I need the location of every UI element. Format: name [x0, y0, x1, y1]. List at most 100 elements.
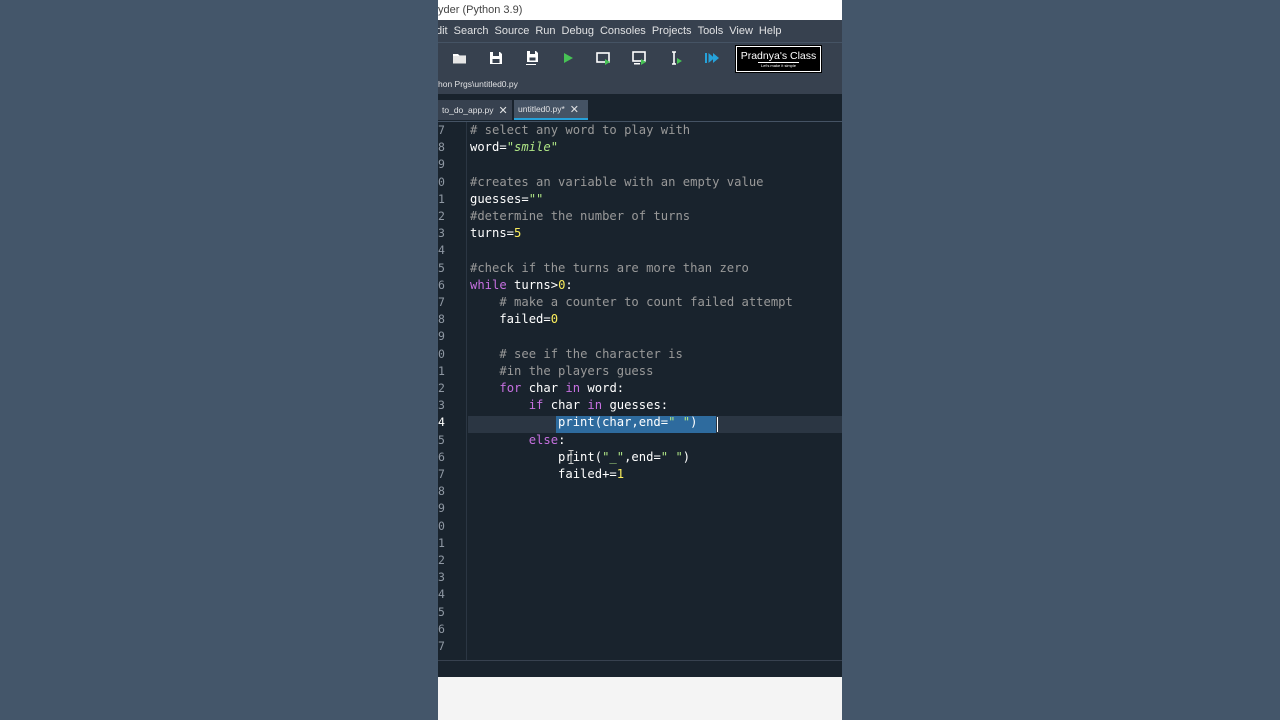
tab-untitled0[interactable]: untitled0.py* ✕	[514, 100, 588, 120]
line-number: 2	[438, 381, 445, 395]
code-token: while	[470, 277, 507, 292]
code-line[interactable]: while turns>0:	[470, 277, 573, 294]
code-token: # make a counter to count failed attempt	[499, 295, 793, 309]
save-all-icon[interactable]	[524, 50, 540, 66]
line-number: 8	[438, 312, 445, 327]
code-token: in	[587, 398, 603, 413]
line-number: 3	[438, 398, 445, 413]
code-token: for	[499, 381, 522, 395]
code-line[interactable]: failed=0	[470, 311, 558, 328]
code-token: #creates an variable with an empty value	[470, 174, 764, 189]
line-number: 9	[438, 501, 445, 516]
line-number: 0	[438, 174, 445, 189]
code-line[interactable]: # see if the character is	[470, 346, 682, 363]
code-token: guesses:	[602, 398, 669, 413]
line-number: 0	[438, 518, 445, 533]
code-token: turns=	[470, 226, 515, 241]
close-icon[interactable]: ✕	[570, 103, 579, 116]
line-number: 8	[438, 140, 445, 155]
code-token: " "	[668, 415, 691, 430]
line-number: 4	[438, 587, 445, 602]
tab-to-do-app[interactable]: to_do_app.py ✕	[438, 100, 512, 120]
run-selection-icon[interactable]	[668, 50, 684, 66]
line-number: 7	[438, 295, 445, 309]
menu-projects[interactable]: Projects	[652, 25, 692, 37]
bottom-panel	[438, 677, 842, 720]
code-token: 1	[616, 467, 625, 481]
code-line[interactable]: word="smile"	[470, 139, 558, 156]
line-number: 8	[438, 484, 445, 499]
code-token: failed+=	[470, 467, 617, 481]
code-line[interactable]: turns=5	[470, 225, 521, 242]
run-cell-icon[interactable]	[596, 50, 612, 66]
open-folder-icon[interactable]	[452, 50, 468, 66]
code-token: char	[521, 381, 566, 395]
menu-tools[interactable]: Tools	[698, 25, 724, 37]
code-line[interactable]: #determine the number of turns	[470, 208, 690, 225]
code-line[interactable]: print("_",end=" ")	[470, 449, 690, 466]
code-line[interactable]: # select any word to play with	[470, 122, 690, 139]
code-token: " "	[660, 449, 683, 464]
debug-icon[interactable]	[704, 50, 720, 66]
menu-debug[interactable]: Debug	[562, 25, 594, 37]
code-token: # select any word to play with	[470, 123, 691, 137]
code-line[interactable]: else:	[470, 432, 566, 449]
line-number: 5	[438, 432, 445, 447]
code-token: failed=	[470, 312, 551, 327]
run-icon[interactable]	[560, 50, 576, 66]
line-number: 1	[438, 191, 445, 206]
code-editor[interactable]: 7 8 9 0 1 2 3 4 5 6 7 8 9 0 1 2 3 4 5 6 7 8 9 0 1 2 3 4 5 6 7 # select…	[438, 122, 842, 660]
menu-help[interactable]: Help	[759, 25, 782, 37]
line-number: 2	[438, 209, 445, 223]
code-token: word=	[470, 140, 507, 155]
save-icon[interactable]	[488, 50, 504, 66]
line-number: 5	[438, 604, 445, 619]
code-line[interactable]: print(char,end=" ")	[470, 414, 697, 431]
spyder-window: yder (Python 3.9) dit Search Source Run …	[438, 0, 842, 720]
line-number: 1	[438, 535, 445, 550]
code-line[interactable]: failed+=1	[470, 466, 624, 483]
code-token: #in the players guess	[499, 363, 654, 378]
line-number: 6	[438, 621, 445, 636]
tab-label: untitled0.py*	[518, 104, 565, 114]
status-bar	[438, 660, 842, 677]
menu-run[interactable]: Run	[535, 25, 555, 37]
line-number: 1	[438, 363, 445, 378]
menu-source[interactable]: Source	[494, 25, 529, 37]
line-number: 3	[438, 226, 445, 241]
line-number: 7	[438, 639, 445, 653]
code-token: )	[682, 449, 691, 464]
menu-view[interactable]: View	[729, 25, 753, 37]
code-line[interactable]: if char in guesses:	[470, 397, 668, 414]
line-number: 4	[438, 415, 445, 430]
line-number: 5	[438, 260, 445, 275]
code-token: "smile"	[506, 140, 559, 155]
menu-bar: dit Search Source Run Debug Consoles Pro…	[438, 20, 842, 42]
code-token: print(	[470, 449, 603, 464]
brand-title: Pradnya's Class	[740, 50, 817, 62]
window-title: yder (Python 3.9)	[438, 0, 842, 20]
menu-edit[interactable]: dit	[438, 25, 448, 37]
text-caret	[717, 416, 718, 432]
menu-consoles[interactable]: Consoles	[600, 25, 646, 37]
code-token: if	[528, 398, 544, 413]
close-icon[interactable]: ✕	[499, 104, 508, 117]
menu-search[interactable]: Search	[454, 25, 489, 37]
code-line[interactable]: guesses=""	[470, 191, 543, 208]
code-token: #check if the turns are more than zero	[470, 260, 749, 275]
toolbar: Pradnya's Class Let's make it simple	[438, 42, 842, 74]
run-cell-advance-icon[interactable]	[632, 50, 648, 66]
line-number: 9	[438, 329, 445, 344]
editor-tab-bar: to_do_app.py ✕ untitled0.py* ✕	[438, 94, 842, 122]
code-line[interactable]: #in the players guess	[470, 363, 653, 380]
code-line[interactable]: #check if the turns are more than zero	[470, 260, 749, 277]
code-line[interactable]: #creates an variable with an empty value	[470, 174, 764, 191]
code-line[interactable]: # make a counter to count failed attempt	[470, 294, 793, 311]
tab-label: to_do_app.py	[442, 105, 494, 115]
line-number: 3	[438, 570, 445, 585]
code-token: else	[528, 432, 559, 447]
code-line[interactable]: for char in word:	[470, 380, 624, 397]
